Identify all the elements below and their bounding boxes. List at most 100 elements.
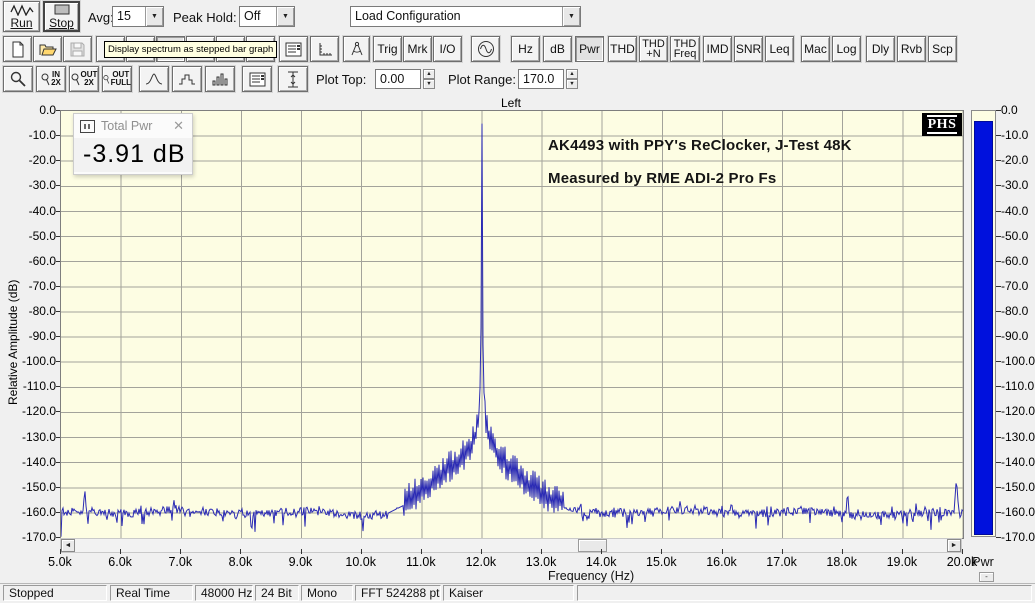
x-tick bbox=[301, 549, 302, 554]
peak-hold-select[interactable]: Off ▼ bbox=[239, 6, 295, 27]
new-file-button[interactable] bbox=[3, 36, 32, 62]
zoom-in-2x-button[interactable]: IN2X bbox=[36, 66, 66, 92]
plot-range-spinner[interactable]: ▲▼ bbox=[566, 69, 578, 89]
spinner-up-icon[interactable]: ▲ bbox=[566, 69, 578, 79]
x-tick-label: 8.0k bbox=[212, 555, 268, 569]
chevron-down-icon[interactable]: ▼ bbox=[562, 7, 580, 26]
signal-generator-button[interactable] bbox=[471, 36, 500, 62]
x-axis-title: Frequency (Hz) bbox=[548, 569, 634, 583]
open-file-button[interactable] bbox=[33, 36, 62, 62]
x-tick-label: 15.0k bbox=[633, 555, 689, 569]
scope-button[interactable]: Scp bbox=[928, 36, 957, 62]
y-tick-left bbox=[56, 411, 60, 412]
db-button[interactable]: dB bbox=[543, 36, 572, 62]
zoom-out-2x-button[interactable]: OUT2X bbox=[69, 66, 99, 92]
spectrum-list-button[interactable] bbox=[279, 36, 308, 62]
y-tick-right bbox=[996, 185, 1001, 186]
power-bar bbox=[974, 121, 993, 535]
zoom-button[interactable] bbox=[3, 66, 33, 92]
calibration-button[interactable] bbox=[343, 36, 370, 62]
scrollbar-thumb[interactable] bbox=[578, 539, 607, 552]
snr-button[interactable]: SNR bbox=[734, 36, 763, 62]
x-tick bbox=[962, 549, 963, 554]
spinner-up-icon[interactable]: ▲ bbox=[423, 69, 435, 79]
reverb-button[interactable]: Rvb bbox=[897, 36, 926, 62]
macro-button[interactable]: Mac bbox=[801, 36, 830, 62]
axes-setup-button[interactable] bbox=[310, 36, 339, 62]
histogram-button[interactable] bbox=[205, 66, 235, 92]
chevron-down-icon[interactable]: ▼ bbox=[276, 7, 294, 26]
y-tick-label-left: -20.0 bbox=[0, 153, 56, 167]
run-button[interactable]: Run bbox=[3, 1, 40, 32]
pwr-button[interactable]: Pwr bbox=[575, 36, 604, 62]
status-run-state: Stopped bbox=[3, 585, 107, 601]
delay-button[interactable]: Dly bbox=[866, 36, 895, 62]
io-button[interactable]: I/O bbox=[433, 36, 462, 62]
close-icon[interactable]: ✕ bbox=[171, 118, 186, 134]
plot-range-input[interactable]: 170.0 bbox=[518, 69, 564, 89]
status-extra bbox=[577, 585, 1032, 601]
x-tick bbox=[661, 549, 662, 554]
save-icon bbox=[70, 42, 85, 57]
thd-freq-button[interactable]: THDFreq bbox=[670, 36, 700, 62]
y-tick-label-left: -100.0 bbox=[0, 354, 56, 368]
y-tick-label-right: -140.0 bbox=[1001, 455, 1035, 469]
thd-button[interactable]: THD bbox=[608, 36, 637, 62]
spinner-down-icon[interactable]: ▼ bbox=[423, 79, 435, 89]
stop-button[interactable]: Stop bbox=[43, 1, 80, 32]
y-tick-label-right: 0.0 bbox=[1001, 103, 1018, 117]
vertical-scale-button[interactable] bbox=[278, 66, 308, 92]
zoom-in-2x-icon bbox=[41, 73, 50, 86]
y-tick-label-right: -90.0 bbox=[1001, 329, 1028, 343]
step-curve-button[interactable] bbox=[172, 66, 202, 92]
avg-select[interactable]: 15 ▼ bbox=[112, 6, 164, 27]
scroll-right-icon[interactable]: ► bbox=[947, 539, 961, 552]
y-tick-left bbox=[56, 437, 60, 438]
scroll-left-icon[interactable]: ◄ bbox=[61, 539, 75, 552]
imd-button[interactable]: IMD bbox=[703, 36, 732, 62]
y-tick-left bbox=[56, 512, 60, 513]
parameter-list-button[interactable] bbox=[242, 66, 272, 92]
horizontal-scrollbar[interactable]: ◄ ► bbox=[60, 538, 962, 553]
run-button-label: Run bbox=[10, 16, 32, 30]
leq-button[interactable]: Leq bbox=[765, 36, 794, 62]
plot-top-spinner[interactable]: ▲▼ bbox=[423, 69, 435, 89]
thd-n-button[interactable]: THD+N bbox=[639, 36, 668, 62]
y-tick-label-left: -170.0 bbox=[0, 530, 56, 544]
snr-label: SNR bbox=[736, 43, 761, 55]
plot-top-input[interactable]: 0.00 bbox=[375, 69, 421, 89]
spectrum-plot[interactable] bbox=[60, 110, 964, 539]
save-button[interactable] bbox=[63, 36, 92, 62]
pause-meter-icon bbox=[80, 120, 95, 133]
power-bar-minimize-button[interactable]: - bbox=[979, 572, 994, 582]
io-label: I/O bbox=[439, 43, 455, 55]
trigger-button[interactable]: Trig bbox=[373, 36, 402, 62]
total-power-panel[interactable]: Total Pwr ✕ -3.91 dB bbox=[73, 113, 193, 175]
y-tick-label-right: -60.0 bbox=[1001, 254, 1028, 268]
y-tick-label-right: -160.0 bbox=[1001, 505, 1035, 519]
y-tick-label-left: -80.0 bbox=[0, 304, 56, 318]
spinner-down-icon[interactable]: ▼ bbox=[566, 79, 578, 89]
y-tick-right bbox=[996, 110, 1001, 111]
y-tick-label-left: -130.0 bbox=[0, 430, 56, 444]
hz-label: Hz bbox=[518, 43, 533, 55]
load-configuration-select[interactable]: Load Configuration ▼ bbox=[350, 6, 581, 27]
peak-curve-button[interactable] bbox=[139, 66, 169, 92]
y-tick-label-right: -130.0 bbox=[1001, 430, 1035, 444]
pwr-label: Pwr bbox=[579, 43, 600, 55]
y-tick-right bbox=[996, 311, 1001, 312]
y-tick-left bbox=[56, 361, 60, 362]
y-tick-label-left: 0.0 bbox=[0, 103, 56, 117]
log-button[interactable]: Log bbox=[832, 36, 861, 62]
marker-button[interactable]: Mrk bbox=[403, 36, 432, 62]
chevron-down-icon[interactable]: ▼ bbox=[145, 7, 163, 26]
macro-label: Mac bbox=[804, 43, 827, 55]
zoom-out-full-button[interactable]: OUTFULL bbox=[102, 66, 132, 92]
open-folder-icon bbox=[39, 42, 57, 56]
x-tick-label: 14.0k bbox=[573, 555, 629, 569]
x-tick-label: 19.0k bbox=[874, 555, 930, 569]
y-tick-left bbox=[56, 110, 60, 111]
hz-button[interactable]: Hz bbox=[511, 36, 540, 62]
status-window-fn: Kaiser bbox=[443, 585, 574, 601]
db-label: dB bbox=[550, 43, 565, 55]
